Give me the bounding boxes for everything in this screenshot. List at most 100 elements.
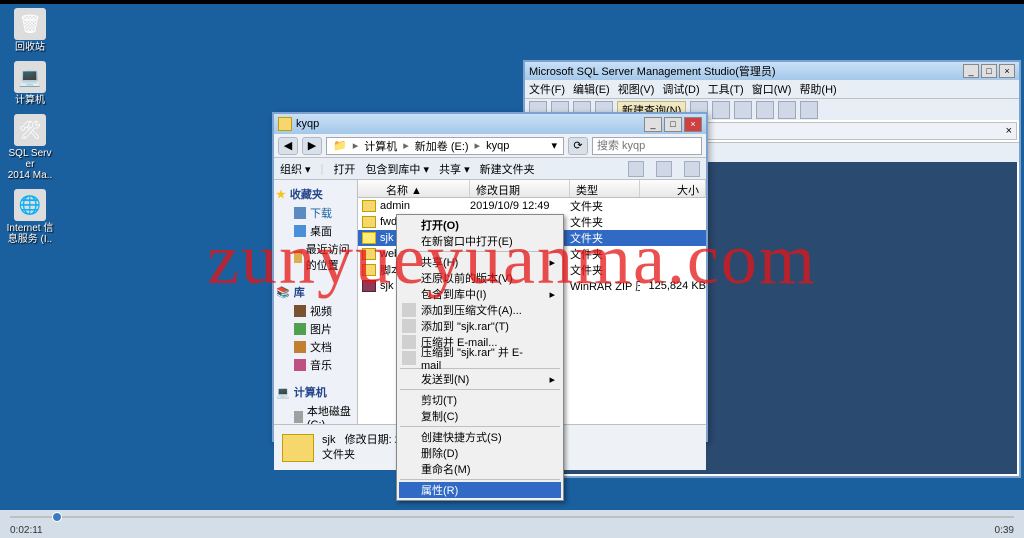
download-icon <box>294 207 306 219</box>
menu-item[interactable]: 属性(R) <box>399 482 561 498</box>
toolbar-button[interactable] <box>756 101 774 119</box>
refresh-button[interactable]: ⟳ <box>568 137 588 155</box>
chevron-down-icon[interactable]: ▾ <box>549 139 559 152</box>
menu-item[interactable]: 剪切(T) <box>399 392 561 408</box>
sidebar-recent[interactable]: 最近访问的位置 <box>276 240 355 274</box>
menu-edit[interactable]: 编辑(E) <box>573 81 610 97</box>
close-button[interactable]: × <box>684 117 702 132</box>
file-name: admin <box>380 200 470 212</box>
open-button[interactable]: 打开 <box>333 161 355 177</box>
file-type: WinRAR ZIP 压.. <box>570 278 640 294</box>
help-button[interactable] <box>684 161 700 177</box>
maximize-button[interactable]: □ <box>981 64 997 78</box>
menu-item[interactable]: 压缩到 "sjk.rar" 并 E-mail <box>399 350 561 366</box>
forward-button[interactable]: ▶ <box>302 137 322 155</box>
menu-item[interactable]: 发送到(N)▸ <box>399 371 561 387</box>
toolbar-button[interactable] <box>778 101 796 119</box>
star-icon: ★ <box>276 188 286 201</box>
crumb-folder[interactable]: kyqp <box>484 140 511 152</box>
context-menu: 打开(O)在新窗口中打开(E) 共享(H)▸还原以前的版本(V)包含到库中(I)▸… <box>396 214 564 501</box>
winrar-icon <box>402 335 416 349</box>
explorer-titlebar[interactable]: kyqp _ □ × <box>274 114 706 134</box>
panel-close-icon[interactable]: × <box>1006 125 1012 137</box>
include-button[interactable]: 包含到库中 ▾ <box>365 161 429 177</box>
menu-item[interactable]: 打开(O) <box>399 217 561 233</box>
time-current: 0:02:11 <box>10 525 43 536</box>
winrar-icon <box>402 319 416 333</box>
menu-item[interactable]: 复制(C) <box>399 408 561 424</box>
file-row[interactable]: admin2019/10/9 12:49文件夹 <box>358 198 706 214</box>
menu-item[interactable]: 添加到 "sjk.rar"(T) <box>399 318 561 334</box>
col-name[interactable]: 名称 ▲ <box>380 180 470 197</box>
sidebar-videos[interactable]: 视频 <box>276 302 355 320</box>
sidebar-computer[interactable]: 💻计算机 <box>276 384 355 400</box>
menu-item[interactable]: 共享(H)▸ <box>399 254 561 270</box>
sidebar-documents[interactable]: 文档 <box>276 338 355 356</box>
folder-icon <box>362 264 376 276</box>
winrar-icon <box>402 351 416 365</box>
organize-button[interactable]: 组织 ▾ <box>280 161 311 177</box>
col-size[interactable]: 大小 <box>640 180 706 197</box>
close-button[interactable]: × <box>999 64 1015 78</box>
menu-item[interactable]: 添加到压缩文件(A)... <box>399 302 561 318</box>
search-input[interactable] <box>592 137 702 155</box>
col-type[interactable]: 类型 <box>570 180 640 197</box>
document-icon <box>294 341 306 353</box>
view-button[interactable] <box>628 161 644 177</box>
menu-item[interactable]: 在新窗口中打开(E) <box>399 233 561 249</box>
sidebar-music[interactable]: 音乐 <box>276 356 355 374</box>
maximize-button[interactable]: □ <box>664 117 682 132</box>
crumb-drive[interactable]: 新加卷 (E:) <box>413 138 471 154</box>
sidebar-desktop[interactable]: 桌面 <box>276 222 355 240</box>
menu-tools[interactable]: 工具(T) <box>708 81 744 97</box>
menu-window[interactable]: 窗口(W) <box>752 81 792 97</box>
share-button[interactable]: 共享 ▾ <box>439 161 470 177</box>
menu-item[interactable]: 还原以前的版本(V) <box>399 270 561 286</box>
col-date[interactable]: 修改日期 <box>470 180 570 197</box>
sidebar-favorites[interactable]: ★收藏夹 <box>276 186 355 202</box>
minimize-button[interactable]: _ <box>644 117 662 132</box>
preview-pane-button[interactable] <box>656 161 672 177</box>
nav-sidebar: ★收藏夹 下载 桌面 最近访问的位置 📚库 视频 图片 文档 音乐 💻计算机 本… <box>274 180 358 424</box>
menu-debug[interactable]: 调试(D) <box>662 81 699 97</box>
chevron-right-icon: ▸ <box>549 373 555 386</box>
menu-item[interactable]: 重命名(M) <box>399 461 561 477</box>
menu-view[interactable]: 视图(V) <box>618 81 655 97</box>
folder-icon <box>282 434 314 462</box>
menu-item[interactable]: 包含到库中(I)▸ <box>399 286 561 302</box>
computer-icon: 💻 <box>276 386 290 399</box>
desktop-icon-iis[interactable]: 🌐 Internet 信 息服务 (I.. <box>6 189 54 245</box>
desktop-icon-sqlserver[interactable]: 🛠 SQL Server 2014 Ma.. <box>6 114 54 181</box>
ssms-titlebar[interactable]: Microsoft SQL Server Management Studio(管… <box>525 62 1019 80</box>
toolbar-button[interactable] <box>734 101 752 119</box>
toolbar-button[interactable] <box>712 101 730 119</box>
breadcrumb[interactable]: 📁 ▸ 计算机 ▸ 新加卷 (E:) ▸ kyqp ▾ <box>326 137 564 155</box>
desktop-icon <box>294 225 306 237</box>
sidebar-pictures[interactable]: 图片 <box>276 320 355 338</box>
file-type: 文件夹 <box>570 230 640 246</box>
seek-track[interactable] <box>10 516 1014 518</box>
menu-separator <box>400 426 560 427</box>
sidebar-downloads[interactable]: 下载 <box>276 204 355 222</box>
new-folder-button[interactable]: 新建文件夹 <box>480 161 535 177</box>
crumb-computer[interactable]: 计算机 <box>362 138 399 154</box>
seek-thumb[interactable] <box>52 512 62 522</box>
menu-file[interactable]: 文件(F) <box>529 81 565 97</box>
desktop-icon-recycle[interactable]: 🗑 回收站 <box>6 8 54 53</box>
sidebar-libraries[interactable]: 📚库 <box>276 284 355 300</box>
menu-item[interactable]: 创建快捷方式(S) <box>399 429 561 445</box>
folder-icon <box>362 200 376 212</box>
chevron-right-icon: ▸ <box>549 256 555 269</box>
menu-item[interactable]: 删除(D) <box>399 445 561 461</box>
toolbar-button[interactable] <box>800 101 818 119</box>
sidebar-drive-c[interactable]: 本地磁盘 (C:) <box>276 402 355 424</box>
time-total: 0:39 <box>995 525 1014 536</box>
video-player-bar: 0:02:11 0:39 <box>0 510 1024 538</box>
back-button[interactable]: ◀ <box>278 137 298 155</box>
column-headers: 名称 ▲ 修改日期 类型 大小 <box>358 180 706 198</box>
desktop-icon-computer[interactable]: 💻 计算机 <box>6 61 54 106</box>
command-bar: 组织 ▾ | 打开 包含到库中 ▾ 共享 ▾ 新建文件夹 <box>274 158 706 180</box>
minimize-button[interactable]: _ <box>963 64 979 78</box>
menu-help[interactable]: 帮助(H) <box>799 81 836 97</box>
library-icon: 📚 <box>276 286 290 299</box>
